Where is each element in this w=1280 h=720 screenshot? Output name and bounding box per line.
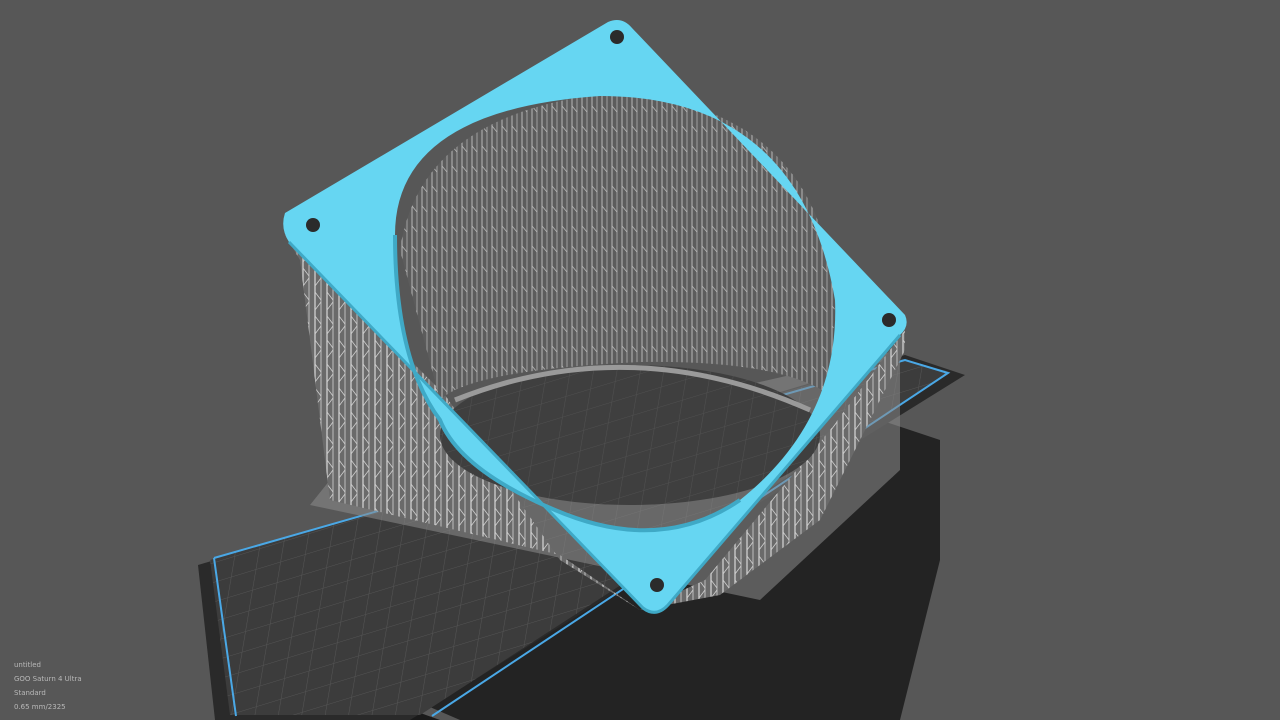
- printer-name-label: GOO Saturn 4 Ultra: [14, 675, 82, 683]
- mount-hole-icon: [650, 578, 664, 592]
- mount-hole-icon: [610, 30, 624, 44]
- profile-label: Standard: [14, 689, 46, 697]
- file-name-label: untitled: [14, 661, 42, 669]
- 3d-viewport[interactable]: [0, 0, 1280, 720]
- mount-hole-icon: [306, 218, 320, 232]
- status-info-panel: untitled GOO Saturn 4 Ultra Standard 0.6…: [14, 658, 82, 714]
- mount-hole-icon: [882, 313, 896, 327]
- volume-label: 0.65 mm/2325: [14, 703, 66, 711]
